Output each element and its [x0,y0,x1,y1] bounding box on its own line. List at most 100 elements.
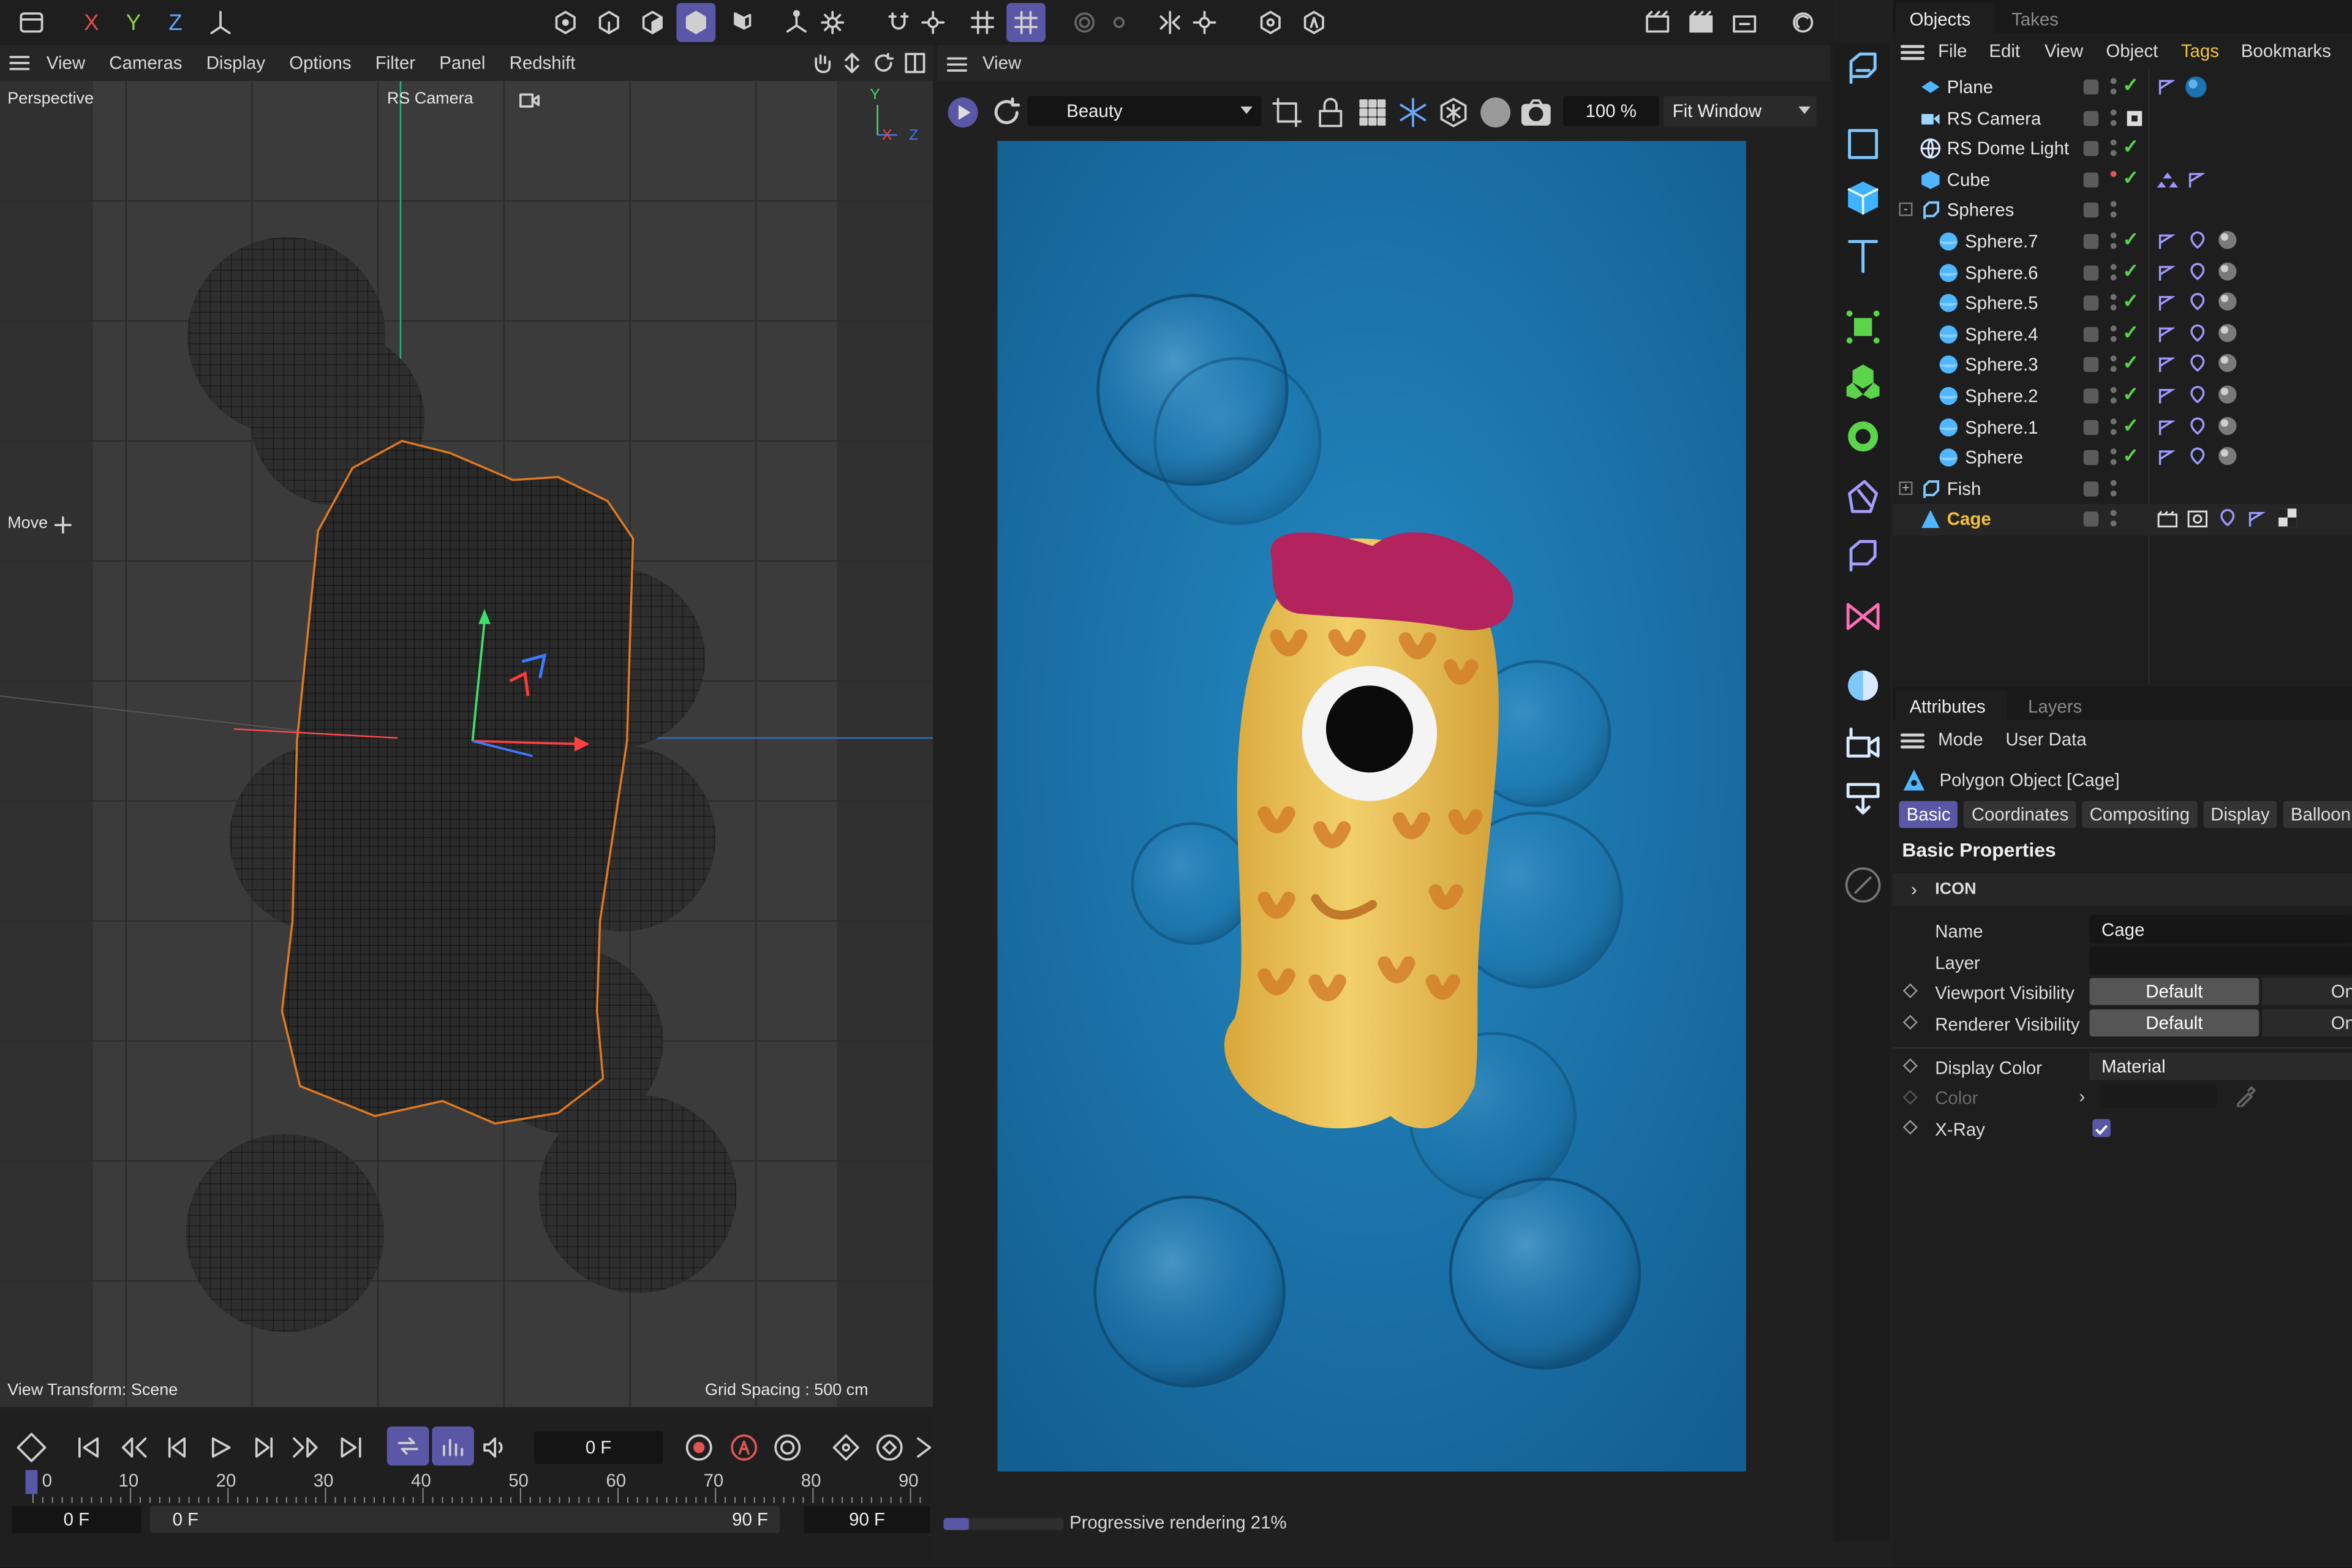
material-tag-icon[interactable] [2217,322,2238,348]
object-row-cage[interactable]: Cage [1893,504,2352,536]
menu-filter[interactable]: Filter [375,53,415,74]
visibility-dots-icon[interactable] [2110,510,2117,529]
layer-color-swatch[interactable] [2083,326,2099,342]
model-mode-icon[interactable] [676,2,716,42]
redshift-rv-icon[interactable] [1784,3,1823,42]
layout-menu-icon[interactable] [12,3,51,42]
collapse-icon[interactable]: - [1899,202,1913,217]
layer-color-swatch[interactable] [2083,419,2099,435]
go-to-start-icon[interactable] [75,1434,102,1468]
axis-z-lock-button[interactable]: Z [156,3,195,42]
enabled-check-icon[interactable]: ✓ [2122,135,2139,159]
camera-link-icon[interactable] [519,90,540,117]
expand-icon[interactable]: + [1899,480,1913,495]
freeze-snowflake-icon[interactable] [1396,96,1430,137]
coordinate-system-icon[interactable] [201,3,240,42]
camera-label[interactable]: RS Camera [387,90,473,108]
symmetry-gear-icon[interactable] [1185,3,1224,42]
current-frame-field[interactable]: 0 F [533,1431,663,1464]
renderer-visibility-on-button[interactable]: On [2262,1009,2352,1037]
go-to-end-icon[interactable] [337,1434,364,1468]
subtab-coordinates[interactable]: Coordinates [1964,801,2076,828]
visibility-dots-icon[interactable] [2110,232,2117,251]
cloner-icon[interactable] [1842,306,1884,349]
phong-tag-icon[interactable] [2157,387,2176,410]
visibility-dots-icon[interactable] [2110,448,2117,467]
sketch-pen-icon[interactable] [1842,864,1884,907]
scene-node-icon[interactable] [1842,595,1884,638]
prev-frame-icon[interactable] [164,1434,190,1468]
menu-user-data[interactable]: User Data [2005,729,2086,750]
layer-color-swatch[interactable] [2083,481,2099,497]
enabled-check-icon[interactable]: ✓ [2122,444,2139,468]
viewport-canvas[interactable]: Perspective RS Camera Y X Z Move View Tr… [0,81,933,1408]
snap-magnet-icon[interactable] [879,3,918,42]
menu-redshift[interactable]: Redshift [510,53,576,74]
material-tag-icon[interactable] [2217,353,2238,379]
menu-display[interactable]: Display [206,53,265,74]
menu-edit[interactable]: Edit [1989,40,2020,61]
timeline-ruler[interactable]: 0 10 20 30 40 50 60 70 80 90 [21,1470,927,1506]
name-input[interactable]: Cage [2089,914,2352,944]
object-row-fish[interactable]: + Fish [1893,473,2352,504]
render-start-icon[interactable] [946,96,979,137]
objects-hamburger-icon[interactable] [1900,42,1925,69]
renderer-visibility-default-button[interactable]: Default [2089,1009,2260,1037]
geo-tag-icon[interactable] [2188,417,2206,439]
aov-select[interactable]: Beauty [1027,96,1262,126]
eyedropper-icon[interactable] [2235,1086,2256,1115]
menu-mode[interactable]: Mode [1938,729,1983,750]
object-name[interactable]: Sphere.3 [1965,355,2038,375]
snapshot-camera-icon[interactable] [1520,96,1553,137]
menu-cameras[interactable]: Cameras [109,53,182,74]
snap-settings-gear-icon[interactable] [913,3,952,42]
viewport-visibility-default-button[interactable]: Default [2089,978,2260,1005]
play-icon[interactable] [207,1434,234,1468]
menu-options[interactable]: Options [289,53,351,74]
timeline-overflow-icon[interactable] [915,1433,933,1470]
deformer-bend-icon[interactable] [1842,477,1884,519]
projection-label[interactable]: Perspective [7,90,94,108]
object-name[interactable]: Sphere.7 [1965,231,2038,252]
object-name[interactable]: Sphere.5 [1965,293,2038,314]
object-row-sphere-4[interactable]: Sphere.4 ✓ [1893,319,2352,350]
object-row-sphere-5[interactable]: Sphere.5 ✓ [1893,288,2352,319]
tab-objects[interactable]: Objects [1896,2,1996,33]
visibility-dots-icon[interactable] [2110,294,2117,312]
layer-color-swatch[interactable] [2083,265,2099,280]
rotate-view-icon[interactable] [873,53,894,78]
keyframe-selection-icon[interactable] [831,1433,861,1470]
points-mode-icon[interactable] [546,3,585,42]
next-key-icon[interactable] [291,1434,321,1468]
layer-input[interactable] [2089,946,2352,975]
record-icon[interactable] [684,1433,714,1470]
axis-settings-gear-icon[interactable] [813,3,852,42]
clay-render-icon[interactable] [1479,96,1512,137]
render-menu-view[interactable]: View [982,53,1021,74]
keyframe-diamond-icon[interactable] [1902,1014,1918,1030]
uvw-tag-icon[interactable] [2278,509,2297,532]
motion-record-icon[interactable] [875,1433,905,1470]
layer-color-swatch[interactable] [2083,203,2099,219]
object-row-spheres[interactable]: - Spheres [1893,195,2352,226]
enabled-check-icon[interactable]: ✓ [2122,321,2139,345]
material-tag-icon[interactable] [2184,75,2208,104]
enabled-check-icon[interactable]: ✓ [2122,413,2139,437]
object-name[interactable]: Sphere [1965,447,2023,468]
menu-panel[interactable]: Panel [439,53,485,74]
menu-view[interactable]: View [47,53,85,74]
fit-select[interactable]: Fit Window [1663,96,1817,126]
material-tag-icon[interactable] [2217,415,2238,440]
axis-x-lock-button[interactable]: X [72,3,111,42]
enabled-check-icon[interactable]: ✓ [2122,74,2139,97]
object-name[interactable]: RS Camera [1947,107,2041,128]
phong-tag-icon[interactable] [2157,78,2176,100]
visibility-dots-icon[interactable] [2110,325,2117,343]
render-hamburger-icon[interactable] [946,54,967,81]
prev-key-icon[interactable] [118,1434,148,1468]
object-row-rs-camera[interactable]: RS Camera [1893,103,2352,134]
render-tag-icon[interactable] [2157,511,2178,533]
frame-range-bar[interactable]: 0 F 90 F [149,1506,780,1533]
floor-icon[interactable] [1842,777,1884,820]
menu-object[interactable]: Object [2106,40,2158,61]
